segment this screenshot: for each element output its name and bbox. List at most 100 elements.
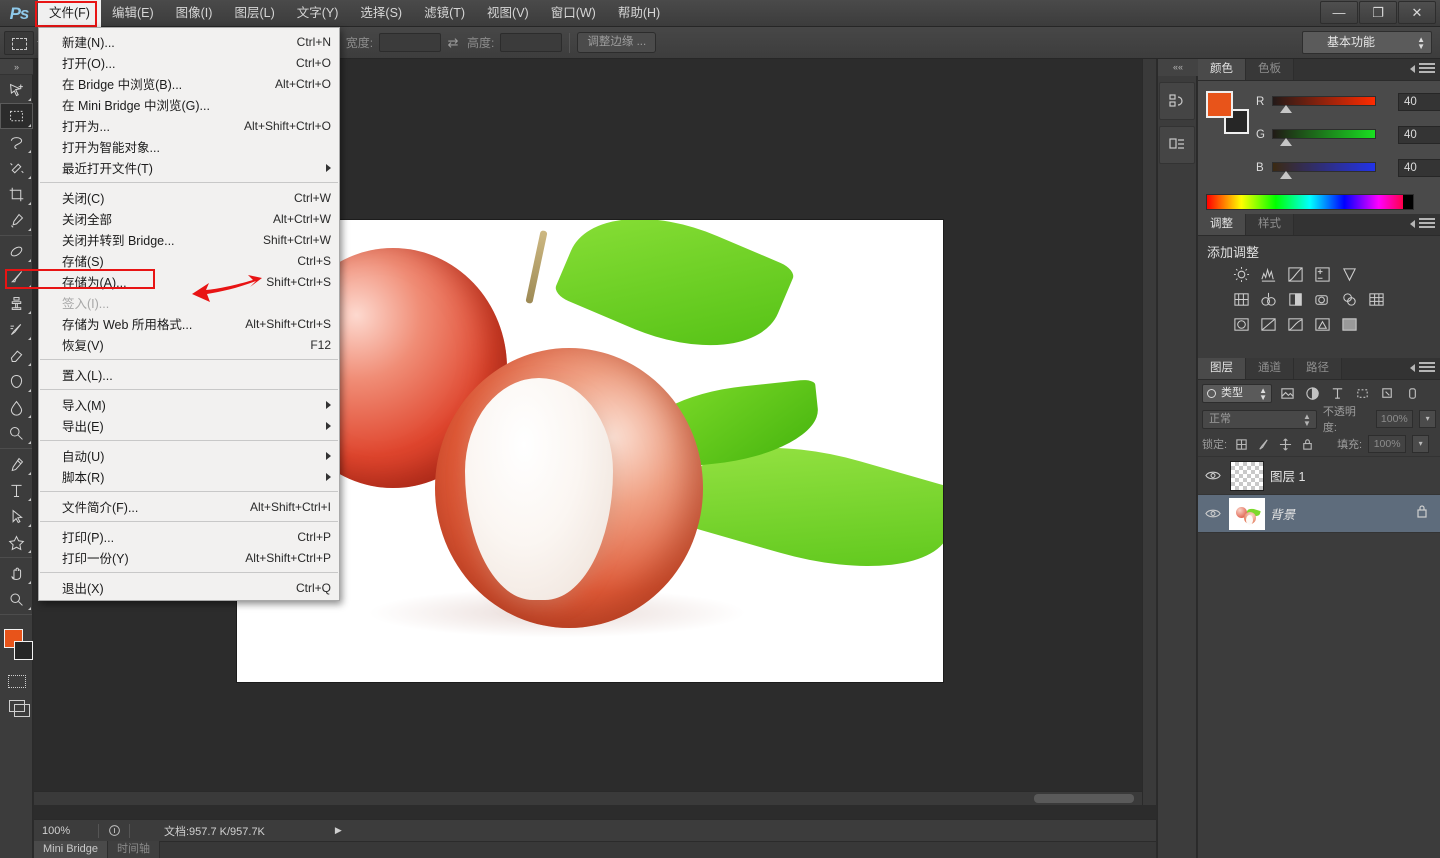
lock-all-icon[interactable] bbox=[1299, 436, 1315, 452]
slider-thumb-g[interactable] bbox=[1280, 138, 1292, 146]
slider-thumb-b[interactable] bbox=[1280, 171, 1292, 179]
minimize-button[interactable]: — bbox=[1320, 1, 1358, 24]
canvas-vertical-scrollbar[interactable] bbox=[1142, 59, 1156, 805]
scrollbar-thumb[interactable] bbox=[1034, 794, 1134, 803]
canvas-horizontal-scrollbar[interactable] bbox=[34, 791, 1142, 805]
filter-smart-object-icon[interactable] bbox=[1377, 384, 1397, 403]
layertabs-2[interactable]: 路径 bbox=[1294, 358, 1342, 379]
menu-item-6[interactable]: 滤镜(T) bbox=[413, 0, 476, 27]
slider-thumb-r[interactable] bbox=[1280, 105, 1292, 113]
layers-panel-menu-icon[interactable] bbox=[1410, 362, 1435, 374]
menu-item-0[interactable]: 文件(F) bbox=[38, 0, 101, 27]
adjustments-panel-menu-icon[interactable] bbox=[1410, 218, 1435, 230]
menu-item-9[interactable]: 帮助(H) bbox=[607, 0, 671, 27]
file-menu-item-15[interactable]: 恢复(V) F12 bbox=[39, 334, 339, 355]
move-tool[interactable] bbox=[0, 77, 33, 103]
menu-item-3[interactable]: 图层(L) bbox=[223, 0, 285, 27]
filter-adjustment-icon[interactable] bbox=[1302, 384, 1322, 403]
eraser-tool[interactable] bbox=[0, 342, 33, 368]
menu-item-8[interactable]: 窗口(W) bbox=[540, 0, 607, 27]
custom-shape-tool[interactable] bbox=[0, 529, 33, 555]
color-balance-icon[interactable] bbox=[1259, 290, 1278, 309]
file-menu-item-14[interactable]: 存储为 Web 所用格式... Alt+Shift+Ctrl+S bbox=[39, 313, 339, 334]
curves-icon[interactable] bbox=[1286, 265, 1305, 284]
toolbar-collapse-icon[interactable]: » bbox=[0, 59, 33, 75]
spectrum-black-chip[interactable] bbox=[1403, 195, 1413, 209]
restore-button[interactable]: ❐ bbox=[1359, 1, 1397, 24]
width-input[interactable] bbox=[379, 33, 442, 52]
vibrance-icon[interactable] bbox=[1340, 265, 1359, 284]
zoom-tool[interactable] bbox=[0, 586, 33, 612]
zoom-level[interactable]: 100% bbox=[42, 823, 92, 839]
table-row[interactable]: 背景 bbox=[1198, 495, 1440, 533]
file-menu-item-17[interactable]: 置入(L)... bbox=[39, 364, 339, 385]
file-menu-item-22[interactable]: 自动(U) bbox=[39, 445, 339, 466]
file-menu-item-2[interactable]: 在 Bridge 中浏览(B)... Alt+Ctrl+O bbox=[39, 73, 339, 94]
file-menu-item-23[interactable]: 脚本(R) bbox=[39, 466, 339, 487]
pen-tool[interactable] bbox=[0, 451, 33, 477]
layer-name[interactable]: 图层 1 bbox=[1270, 466, 1305, 485]
black-white-icon[interactable] bbox=[1286, 290, 1305, 309]
height-input[interactable] bbox=[500, 33, 563, 52]
channel-value-r[interactable]: 40 bbox=[1398, 93, 1440, 111]
file-menu-item-27[interactable]: 打印(P)... Ctrl+P bbox=[39, 526, 339, 547]
file-menu-dropdown[interactable]: 新建(N)... Ctrl+N 打开(O)... Ctrl+O 在 Bridge 中浏览… bbox=[38, 27, 340, 601]
selective-color-icon[interactable] bbox=[1340, 315, 1359, 334]
gradient-tool[interactable] bbox=[0, 368, 33, 394]
file-menu-item-12[interactable]: 存储为(A)... Shift+Ctrl+S bbox=[39, 271, 339, 292]
adjtabs-0[interactable]: 调整 bbox=[1198, 214, 1246, 235]
channel-mixer-icon[interactable] bbox=[1340, 290, 1359, 309]
filter-pixel-icon[interactable] bbox=[1277, 384, 1297, 403]
menu-item-7[interactable]: 视图(V) bbox=[476, 0, 540, 27]
channel-value-b[interactable]: 40 bbox=[1398, 159, 1440, 177]
photo-filter-icon[interactable] bbox=[1313, 290, 1332, 309]
adjtabs-1[interactable]: 样式 bbox=[1246, 214, 1294, 235]
crop-tool[interactable] bbox=[0, 181, 33, 207]
file-menu-item-1[interactable]: 打开(O)... Ctrl+O bbox=[39, 52, 339, 73]
type-tool[interactable] bbox=[0, 477, 33, 503]
file-menu-item-20[interactable]: 导出(E) bbox=[39, 415, 339, 436]
posterize-icon[interactable] bbox=[1259, 315, 1278, 334]
file-menu-item-10[interactable]: 关闭并转到 Bridge... Shift+Ctrl+W bbox=[39, 229, 339, 250]
swap-dimensions-icon[interactable]: ⇄ bbox=[441, 33, 465, 53]
blend-mode-select[interactable]: 正常 ▲ ▼ bbox=[1202, 409, 1317, 429]
workspace-select[interactable]: 基本功能 ▲ ▼ bbox=[1302, 31, 1432, 54]
file-menu-item-19[interactable]: 导入(M) bbox=[39, 394, 339, 415]
rectangular-marquee-tool[interactable] bbox=[0, 103, 33, 129]
clone-stamp-tool[interactable] bbox=[0, 290, 33, 316]
image-canvas[interactable] bbox=[237, 220, 943, 682]
refine-edge-button[interactable]: 调整边缘 ... bbox=[577, 32, 657, 53]
file-menu-item-8[interactable]: 关闭(C) Ctrl+W bbox=[39, 187, 339, 208]
threshold-icon[interactable] bbox=[1286, 315, 1305, 334]
history-brush-tool[interactable] bbox=[0, 316, 33, 342]
filter-toggle-icon[interactable] bbox=[1402, 384, 1422, 403]
opacity-stepper[interactable]: ▾ bbox=[1419, 410, 1436, 428]
levels-icon[interactable] bbox=[1259, 265, 1278, 284]
file-menu-item-25[interactable]: 文件简介(F)... Alt+Shift+Ctrl+I bbox=[39, 496, 339, 517]
quick-mask-toggle[interactable] bbox=[0, 669, 33, 693]
exposure-icon[interactable] bbox=[1313, 265, 1332, 284]
hand-tool[interactable] bbox=[0, 560, 33, 586]
file-menu-item-3[interactable]: 在 Mini Bridge 中浏览(G)... bbox=[39, 94, 339, 115]
fill-value[interactable]: 100% bbox=[1368, 435, 1407, 453]
color-panel-menu-icon[interactable] bbox=[1410, 63, 1435, 75]
channel-value-g[interactable]: 40 bbox=[1398, 126, 1440, 144]
fill-stepper[interactable]: ▾ bbox=[1412, 435, 1430, 453]
background-color-swatch[interactable] bbox=[14, 641, 33, 660]
screen-mode-button[interactable] bbox=[0, 693, 33, 719]
colortabs-0[interactable]: 颜色 bbox=[1198, 59, 1246, 80]
file-menu-item-4[interactable]: 打开为... Alt+Shift+Ctrl+O bbox=[39, 115, 339, 136]
close-button[interactable]: ✕ bbox=[1398, 1, 1436, 24]
path-selection-tool[interactable] bbox=[0, 503, 33, 529]
file-menu-item-9[interactable]: 关闭全部 Alt+Ctrl+W bbox=[39, 208, 339, 229]
properties-panel-icon[interactable] bbox=[1159, 126, 1195, 164]
menu-item-1[interactable]: 编辑(E) bbox=[101, 0, 165, 27]
brightness-contrast-icon[interactable] bbox=[1232, 265, 1251, 284]
color-lookup-icon[interactable] bbox=[1367, 290, 1386, 309]
lock-image-pixels-icon[interactable] bbox=[1255, 436, 1271, 452]
spot-healing-brush-tool[interactable] bbox=[0, 238, 33, 264]
status-expand-arrow-icon[interactable]: ▶ bbox=[335, 825, 342, 836]
gradient-map-icon[interactable] bbox=[1313, 315, 1332, 334]
history-panel-icon[interactable] bbox=[1159, 82, 1195, 120]
file-menu-item-5[interactable]: 打开为智能对象... bbox=[39, 136, 339, 157]
